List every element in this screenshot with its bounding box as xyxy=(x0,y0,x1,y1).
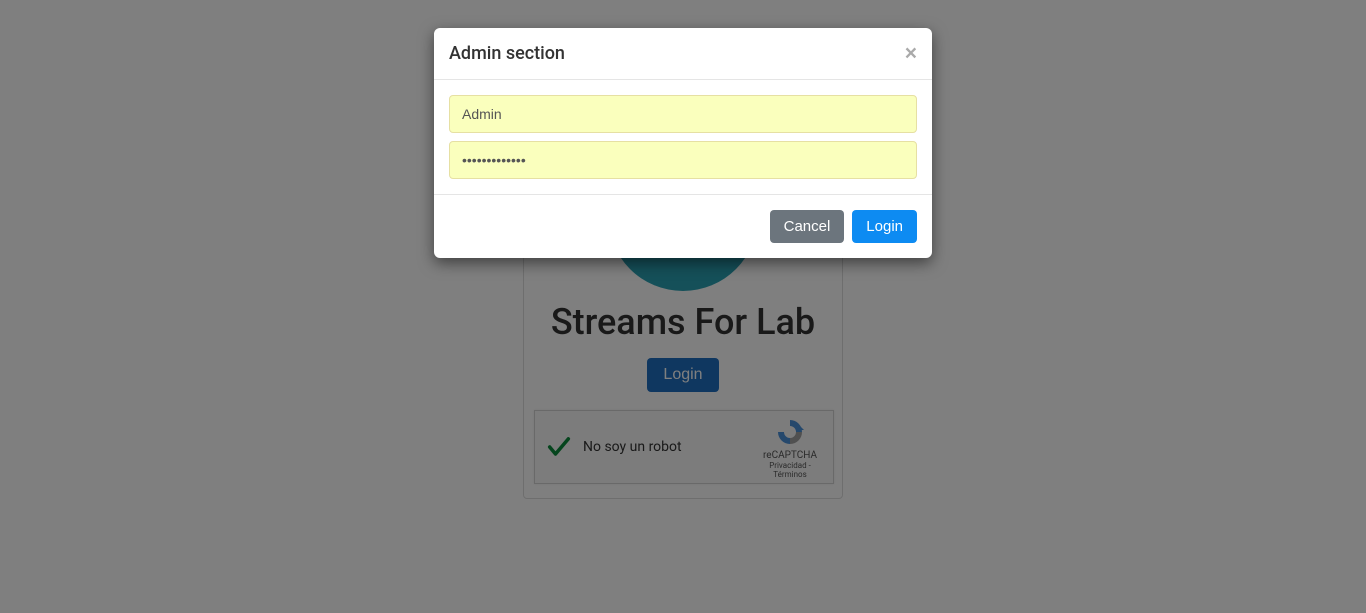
modal-body xyxy=(434,80,932,194)
modal-title: Admin section xyxy=(449,43,565,64)
password-input[interactable] xyxy=(449,141,917,179)
close-icon[interactable]: × xyxy=(905,43,917,64)
login-button[interactable]: Login xyxy=(852,210,917,243)
cancel-button[interactable]: Cancel xyxy=(770,210,845,243)
modal-header: Admin section × xyxy=(434,28,932,80)
modal-footer: Cancel Login xyxy=(434,194,932,258)
admin-login-modal: Admin section × Cancel Login xyxy=(434,28,932,258)
username-input[interactable] xyxy=(449,95,917,133)
